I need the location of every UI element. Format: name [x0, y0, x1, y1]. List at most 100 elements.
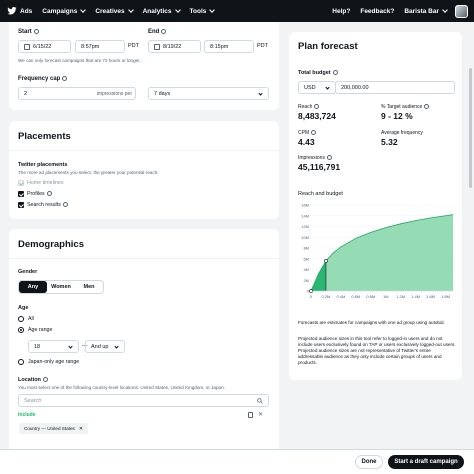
remove-tag-icon[interactable]: ✕ [79, 426, 83, 432]
forecast-title: Plan forecast [298, 41, 358, 52]
x-tick-label: 0.4M [336, 294, 345, 299]
reach-budget-chart: 02M4M6M8M10M12M14M16M0 0.2M 0.4M 0.6M 0.8M 1M… [301, 203, 454, 299]
account-switcher[interactable]: Barista Bar [404, 7, 448, 15]
nav-campaigns[interactable]: Campaigns [42, 7, 87, 15]
age-min-select[interactable]: 18 [28, 340, 79, 353]
gender-any-button[interactable]: Any [19, 281, 47, 293]
nav-analytics-label: Analytics [142, 7, 172, 15]
total-budget-label: Total budget [298, 70, 338, 76]
frequency-value: 2 [24, 90, 28, 97]
radio-japan-age-range[interactable] [18, 359, 24, 365]
brand-label: Ads [20, 7, 33, 15]
avatar[interactable] [455, 4, 468, 18]
frequency-period-select[interactable]: 7 days [148, 87, 269, 100]
account-name: Barista Bar [404, 7, 439, 15]
nav-tools[interactable]: Tools [189, 7, 216, 15]
end-label: End [148, 29, 167, 35]
end-date-value: 8/19/22 [163, 43, 182, 50]
checkbox-home-timelines[interactable] [18, 180, 24, 186]
checkbox-profiles[interactable] [18, 191, 24, 197]
frequency-cap-input[interactable]: 2 impressions per [18, 87, 136, 100]
audience-disclaimer: Projected audience sizes in this tool re… [298, 336, 456, 365]
gender-men-button[interactable]: Men [75, 281, 103, 293]
gender-label: Gender [18, 269, 38, 275]
impressions-label: Impressions [298, 155, 332, 161]
x-tick-label: 0.8M [366, 294, 375, 299]
budget-input[interactable]: 200,000.00 [335, 81, 455, 94]
close-icon[interactable]: ✕ [258, 411, 263, 418]
help-label: Help? [332, 7, 351, 15]
radio-age-all[interactable] [18, 316, 24, 322]
nav-analytics[interactable]: Analytics [142, 7, 181, 15]
location-label: Location [18, 377, 48, 383]
chevron-down-icon [325, 85, 330, 90]
end-date-input[interactable]: 8/19/22 [148, 40, 201, 53]
nav-creatives[interactable]: Creatives [95, 7, 134, 15]
location-search-input[interactable]: Search [18, 394, 269, 407]
location-note: You must select one of the following cou… [18, 385, 225, 390]
y-tick-label: 6M [303, 256, 309, 261]
x-tick-label: 1.4M [411, 294, 420, 299]
info-icon [62, 202, 68, 208]
gender-segmented-control: Any Women Men [18, 280, 104, 294]
checkbox-search-results[interactable] [18, 202, 24, 208]
y-tick-label: 16M [301, 203, 309, 208]
age-range-label: Age range [28, 327, 53, 333]
help-link[interactable]: Help? [332, 8, 350, 15]
demographics-title: Demographics [18, 239, 84, 250]
start-time-input[interactable]: 8:57pm [75, 40, 125, 53]
divider [9, 258, 279, 259]
scrollbar[interactable] [469, 68, 472, 188]
info-icon [314, 104, 320, 110]
nav-tools-label: Tools [189, 7, 207, 15]
chevron-down-icon [68, 344, 73, 349]
info-icon [311, 130, 317, 136]
nav-creatives-label: Creatives [95, 7, 125, 15]
info-icon [424, 104, 430, 110]
x-tick-label: 1M [383, 294, 389, 299]
brand[interactable]: Ads [7, 6, 32, 16]
y-tick-label: 8M [303, 246, 309, 251]
y-tick-label: 4M [303, 267, 309, 272]
start-date-input[interactable]: 6/15/22 [18, 40, 71, 53]
top-nav: Ads Campaigns Creatives Analytics Tools … [0, 0, 474, 22]
x-tick-label: 0 [310, 294, 313, 299]
info-icon [46, 191, 52, 197]
radio-age-range[interactable] [18, 327, 24, 333]
chevron-down-icon [258, 91, 263, 96]
divider [9, 150, 279, 151]
include-tag-label: Country — United States [24, 426, 75, 431]
japan-age-range-label: Japan-only age range [28, 359, 80, 365]
info-icon [42, 377, 48, 383]
start-timezone: PDT [128, 43, 139, 49]
age-max-select[interactable]: And up [85, 340, 125, 353]
feedback-link[interactable]: Feedback? [360, 8, 394, 15]
currency-select[interactable]: USD [298, 81, 336, 94]
search-results-label: Search results [27, 202, 68, 208]
info-icon [33, 29, 39, 34]
done-button[interactable]: Done [355, 455, 383, 469]
chevron-down-icon [209, 7, 216, 13]
y-tick-label: 10M [301, 235, 309, 240]
include-label: Include [18, 412, 36, 418]
placements-title: Placements [18, 131, 71, 142]
age-all-label: All [28, 316, 34, 322]
chart-title: Reach and budget [298, 191, 343, 197]
start-label: Start [18, 29, 39, 35]
feedback-label: Feedback? [360, 7, 395, 15]
chevron-down-icon [114, 344, 119, 349]
start-draft-button[interactable]: Start a draft campaign [388, 455, 464, 469]
start-time-value: 8:57pm [81, 43, 100, 50]
end-time-input[interactable]: 8:15pm [204, 40, 254, 53]
search-icon [257, 398, 263, 404]
schedule-note: We can only forecast campaigns that are … [18, 58, 141, 63]
chevron-down-icon [442, 7, 448, 13]
placements-description: The more ad placements you select, the g… [18, 170, 159, 175]
frequency-unit: impressions per [96, 90, 132, 97]
profiles-label: Profiles [27, 191, 52, 197]
end-time-value: 8:15pm [210, 43, 229, 50]
copy-icon[interactable] [248, 412, 253, 418]
cpm-label: CPM [298, 130, 317, 136]
gender-women-button[interactable]: Women [47, 281, 75, 293]
x-tick-label: 0.6M [351, 294, 360, 299]
